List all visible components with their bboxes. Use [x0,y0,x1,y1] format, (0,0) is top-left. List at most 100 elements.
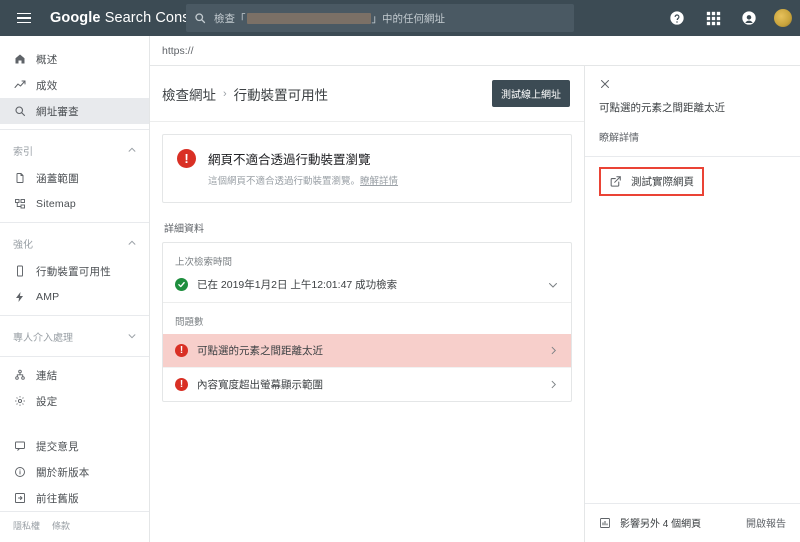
sidebar-item-label: 成效 [36,79,58,92]
sidebar-item-performance[interactable]: 成效 [0,72,149,98]
search-placeholder-prefix: 檢查「 [214,12,246,25]
panel-learn-more-link[interactable]: 瞭解詳情 [585,115,800,156]
property-url-strip: https:// [150,36,800,66]
error-icon: ! [175,344,188,357]
help-icon[interactable] [666,7,688,29]
chevron-up-icon [127,145,137,155]
status-text-block: 網頁不適合透過行動裝置瀏覽 這個網頁不適合透過行動裝置瀏覽。瞭解詳情 [208,149,398,187]
page-header: 檢查網址 › 行動裝置可用性 測試線上網址 [150,66,584,122]
sidebar-group-index[interactable]: 索引 [0,135,149,165]
issue-label: 可點選的元素之間距離太近 [197,345,323,357]
bolt-icon [13,291,26,304]
hamburger-icon[interactable] [6,0,42,36]
last-crawl-row[interactable]: 已在 2019年1月2日 上午12:01:47 成功檢索 [175,277,559,292]
sidebar-item-label: Sitemap [36,198,76,210]
test-live-url-button[interactable]: 測試線上網址 [492,80,570,107]
home-icon [13,53,26,66]
test-live-page-button[interactable]: 測試實際網頁 [599,167,704,196]
affected-pages: 影響另外 4 個網頁 [599,515,701,530]
sidebar-item-links[interactable]: 連結 [0,362,149,388]
sidebar-item-go-to-old-version[interactable]: 前往舊版 [0,485,149,511]
sidebar-item-amp[interactable]: AMP [0,284,149,310]
exit-icon [13,492,26,505]
breadcrumb-parent[interactable]: 檢查網址 [162,84,216,104]
sidebar-item-label: 設定 [36,395,58,408]
last-crawl-block: 上次檢索時間 已在 2019年1月2日 上午12:01:47 成功檢索 [163,243,571,302]
sidebar-group-title: 強化 [13,239,33,251]
sidebar-item-url-inspection[interactable]: 網址審查 [0,98,149,124]
document-icon [13,172,26,185]
issue-row-clickable-elements-too-close[interactable]: ! 可點選的元素之間距離太近 [163,334,571,368]
sidebar-group-enhancements[interactable]: 強化 [0,228,149,258]
affected-pages-label: 影響另外 4 個網頁 [620,519,702,530]
info-icon [13,466,26,479]
feedback-icon [13,440,26,453]
sidebar-item-feedback[interactable]: 提交意見 [0,433,149,459]
error-icon: ! [175,378,188,391]
sidebar: 概述 成效 網址審查 索引 涵蓋範圍 Sitemap 強化 行動裝置可用性 AM… [0,36,150,542]
status-title: 網頁不適合透過行動裝置瀏覽 [208,153,371,167]
top-bar-actions [666,0,792,36]
sidebar-group-title: 索引 [13,146,33,158]
sidebar-item-settings[interactable]: 設定 [0,388,149,414]
sidebar-item-label: 網址審查 [36,105,79,118]
apps-grid-icon[interactable] [702,7,724,29]
chevron-right-icon [548,379,559,390]
status-subtitle: 這個網頁不適合透過行動裝置瀏覽。瞭解詳情 [208,173,398,187]
terms-link[interactable]: 條款 [52,519,70,532]
sidebar-legal-links: 隱私權 條款 [0,511,149,538]
notifications-icon[interactable] [738,7,760,29]
learn-more-link[interactable]: 瞭解詳情 [360,176,398,187]
external-link-icon [609,175,622,188]
sidebar-item-overview[interactable]: 概述 [0,46,149,72]
sidebar-group-manual-actions[interactable]: 專人介入處理 [0,321,149,351]
issues-caption: 問題數 [175,317,204,328]
search-input[interactable]: 檢查「 」中的任何網址 [186,4,574,32]
chevron-right-icon [548,345,559,356]
sidebar-item-sitemap[interactable]: Sitemap [0,191,149,217]
redacted-property-name [246,12,371,24]
chevron-down-icon [127,331,137,341]
sidebar-item-label: 前往舊版 [36,492,79,505]
page-title: 行動裝置可用性 [233,87,329,103]
sidebar-item-label: 連結 [36,369,58,382]
sidebar-item-label: AMP [36,291,60,303]
open-report-link[interactable]: 開啟報告 [746,515,786,530]
check-circle-icon [175,278,188,291]
issues-caption-block: 問題數 [163,303,571,334]
panel-footer: 影響另外 4 個網頁 開啟報告 [585,503,800,542]
sidebar-item-coverage[interactable]: 涵蓋範圍 [0,165,149,191]
sidebar-divider [0,222,149,223]
test-live-page-label: 測試實際網頁 [631,176,694,188]
main-content: 檢查網址 › 行動裝置可用性 測試線上網址 ! 網頁不適合透過行動裝置瀏覽 這個… [150,66,585,542]
search-placeholder-suffix: 」中的任何網址 [371,12,446,25]
sidebar-item-label: 概述 [36,53,58,66]
sidebar-item-label: 行動裝置可用性 [36,265,111,278]
details-card: 上次檢索時間 已在 2019年1月2日 上午12:01:47 成功檢索 問題數 … [162,242,572,402]
avatar[interactable] [774,9,792,27]
chevron-down-icon[interactable] [547,279,559,291]
bar-chart-icon [599,517,611,529]
sidebar-item-label: 涵蓋範圍 [36,172,79,185]
panel-action-wrap: 測試實際網頁 [585,157,800,206]
error-icon: ! [177,149,196,168]
links-icon [13,369,26,382]
mobile-icon [13,265,26,278]
status-card: ! 網頁不適合透過行動裝置瀏覽 這個網頁不適合透過行動裝置瀏覽。瞭解詳情 [162,134,572,203]
sidebar-group-title: 專人介入處理 [13,332,73,344]
search-placeholder: 檢查「 」中的任何網址 [214,11,445,26]
sidebar-item-about-new-version[interactable]: 關於新版本 [0,459,149,485]
chevron-up-icon [127,238,137,248]
last-crawl-text: 已在 2019年1月2日 上午12:01:47 成功檢索 [197,279,398,291]
status-subtitle-text: 這個網頁不適合透過行動裝置瀏覽。 [208,176,361,187]
sidebar-item-label: 關於新版本 [36,466,90,479]
sidebar-divider [0,356,149,357]
privacy-link[interactable]: 隱私權 [13,519,40,532]
close-icon[interactable] [585,66,800,100]
brand-google: Google [50,10,101,26]
sidebar-bottom-nav: 提交意見 關於新版本 前往舊版 隱私權 條款 [0,433,149,542]
issue-row-content-wider-than-screen[interactable]: ! 內容寬度超出螢幕顯示範圍 [163,368,571,401]
sidebar-divider [0,315,149,316]
chevron-right-icon: › [223,87,227,100]
sidebar-item-mobile-usability[interactable]: 行動裝置可用性 [0,258,149,284]
